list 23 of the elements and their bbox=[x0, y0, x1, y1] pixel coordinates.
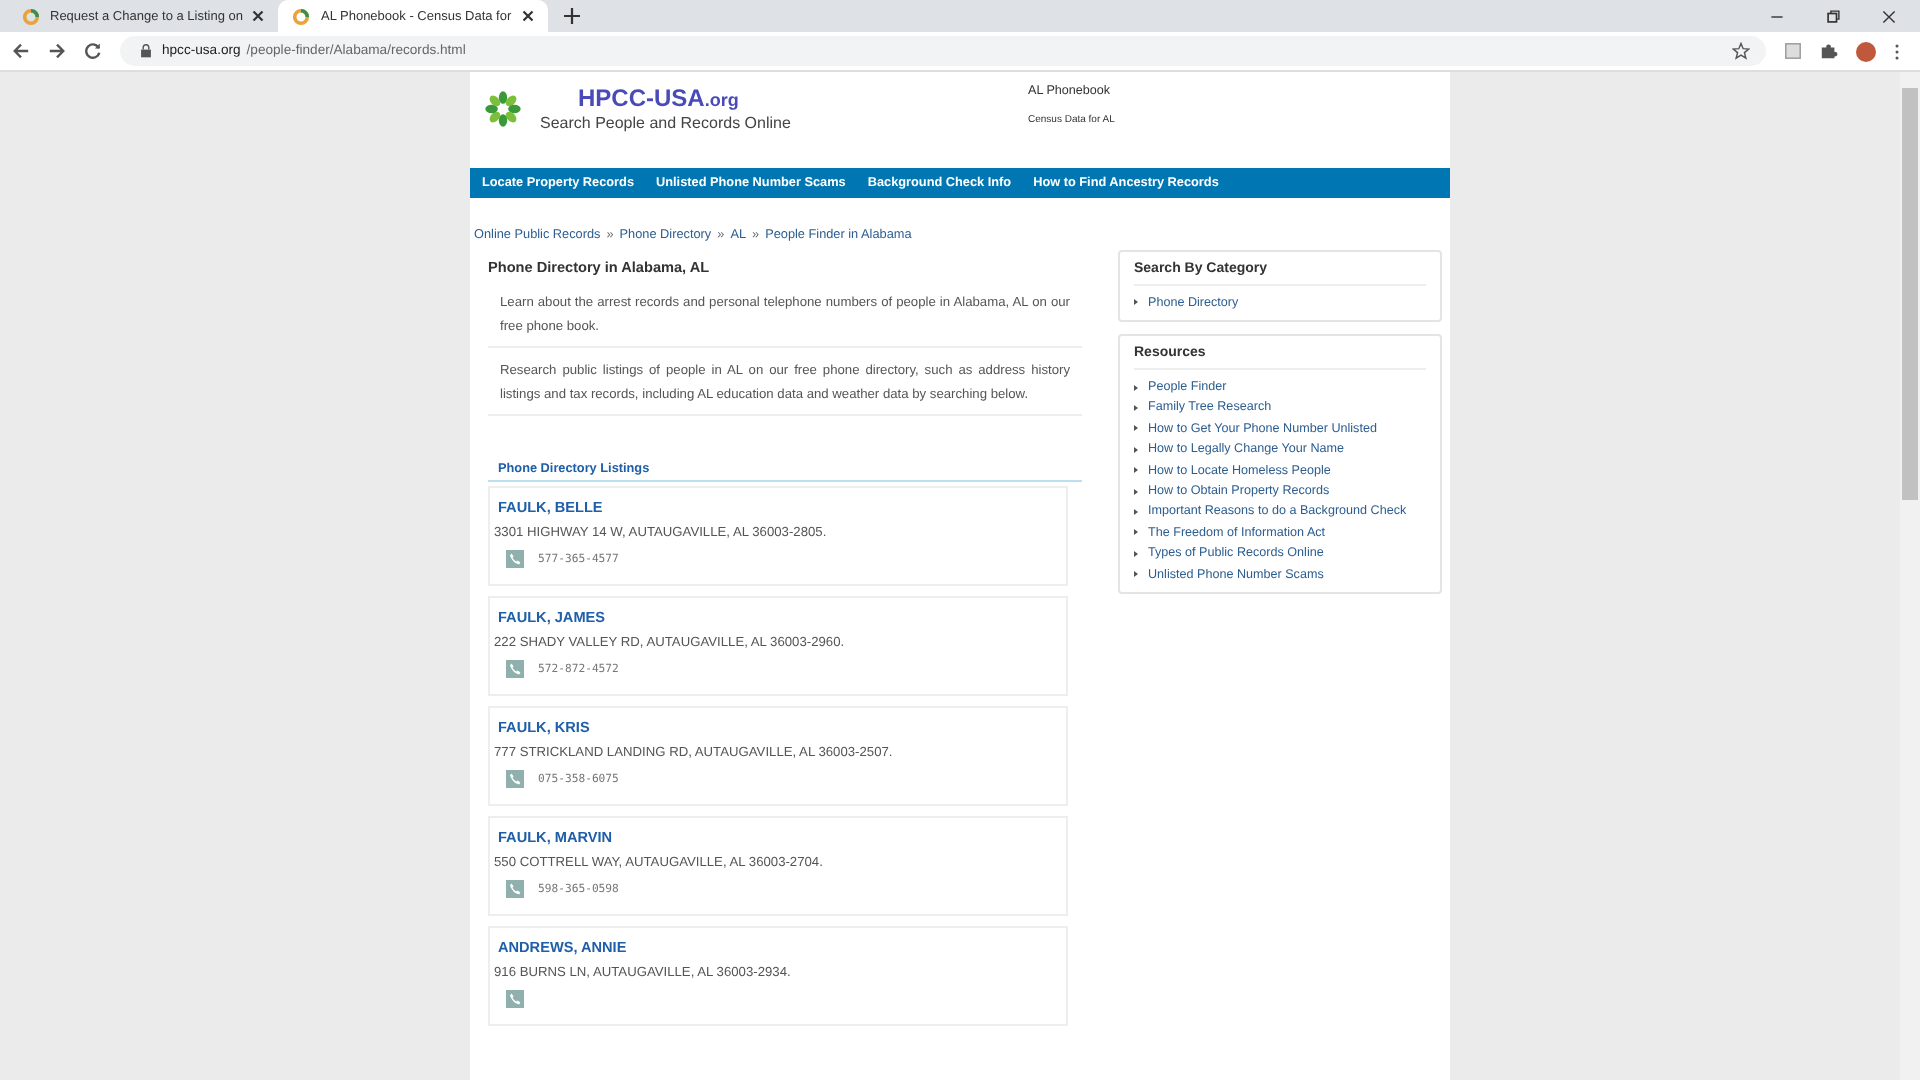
restore-icon[interactable] bbox=[1826, 9, 1840, 23]
puzzle-icon[interactable] bbox=[1820, 42, 1838, 60]
phone-icon bbox=[506, 660, 524, 678]
favicon-icon bbox=[22, 7, 40, 25]
close-icon[interactable] bbox=[252, 10, 265, 22]
flower-logo-icon bbox=[484, 90, 522, 128]
back-icon[interactable] bbox=[12, 42, 30, 60]
phone-icon bbox=[506, 990, 524, 1008]
tagline: Search People and Records Online bbox=[540, 114, 793, 132]
lock-icon bbox=[140, 44, 152, 58]
menu-icon[interactable] bbox=[1894, 41, 1900, 61]
close-icon[interactable] bbox=[1882, 9, 1896, 23]
phone-icon bbox=[506, 550, 524, 568]
phone-icon bbox=[506, 880, 524, 898]
site-logo-text[interactable]: HPCC-USA.org bbox=[578, 86, 1028, 114]
phone-icon bbox=[506, 770, 524, 788]
favicon-icon bbox=[292, 7, 311, 25]
forward-icon[interactable] bbox=[48, 42, 66, 60]
close-icon[interactable] bbox=[521, 10, 534, 22]
star-icon[interactable] bbox=[1732, 42, 1750, 60]
new-tab-icon[interactable] bbox=[563, 8, 580, 24]
reload-icon[interactable] bbox=[84, 42, 102, 60]
profile-avatar[interactable] bbox=[1856, 41, 1876, 61]
